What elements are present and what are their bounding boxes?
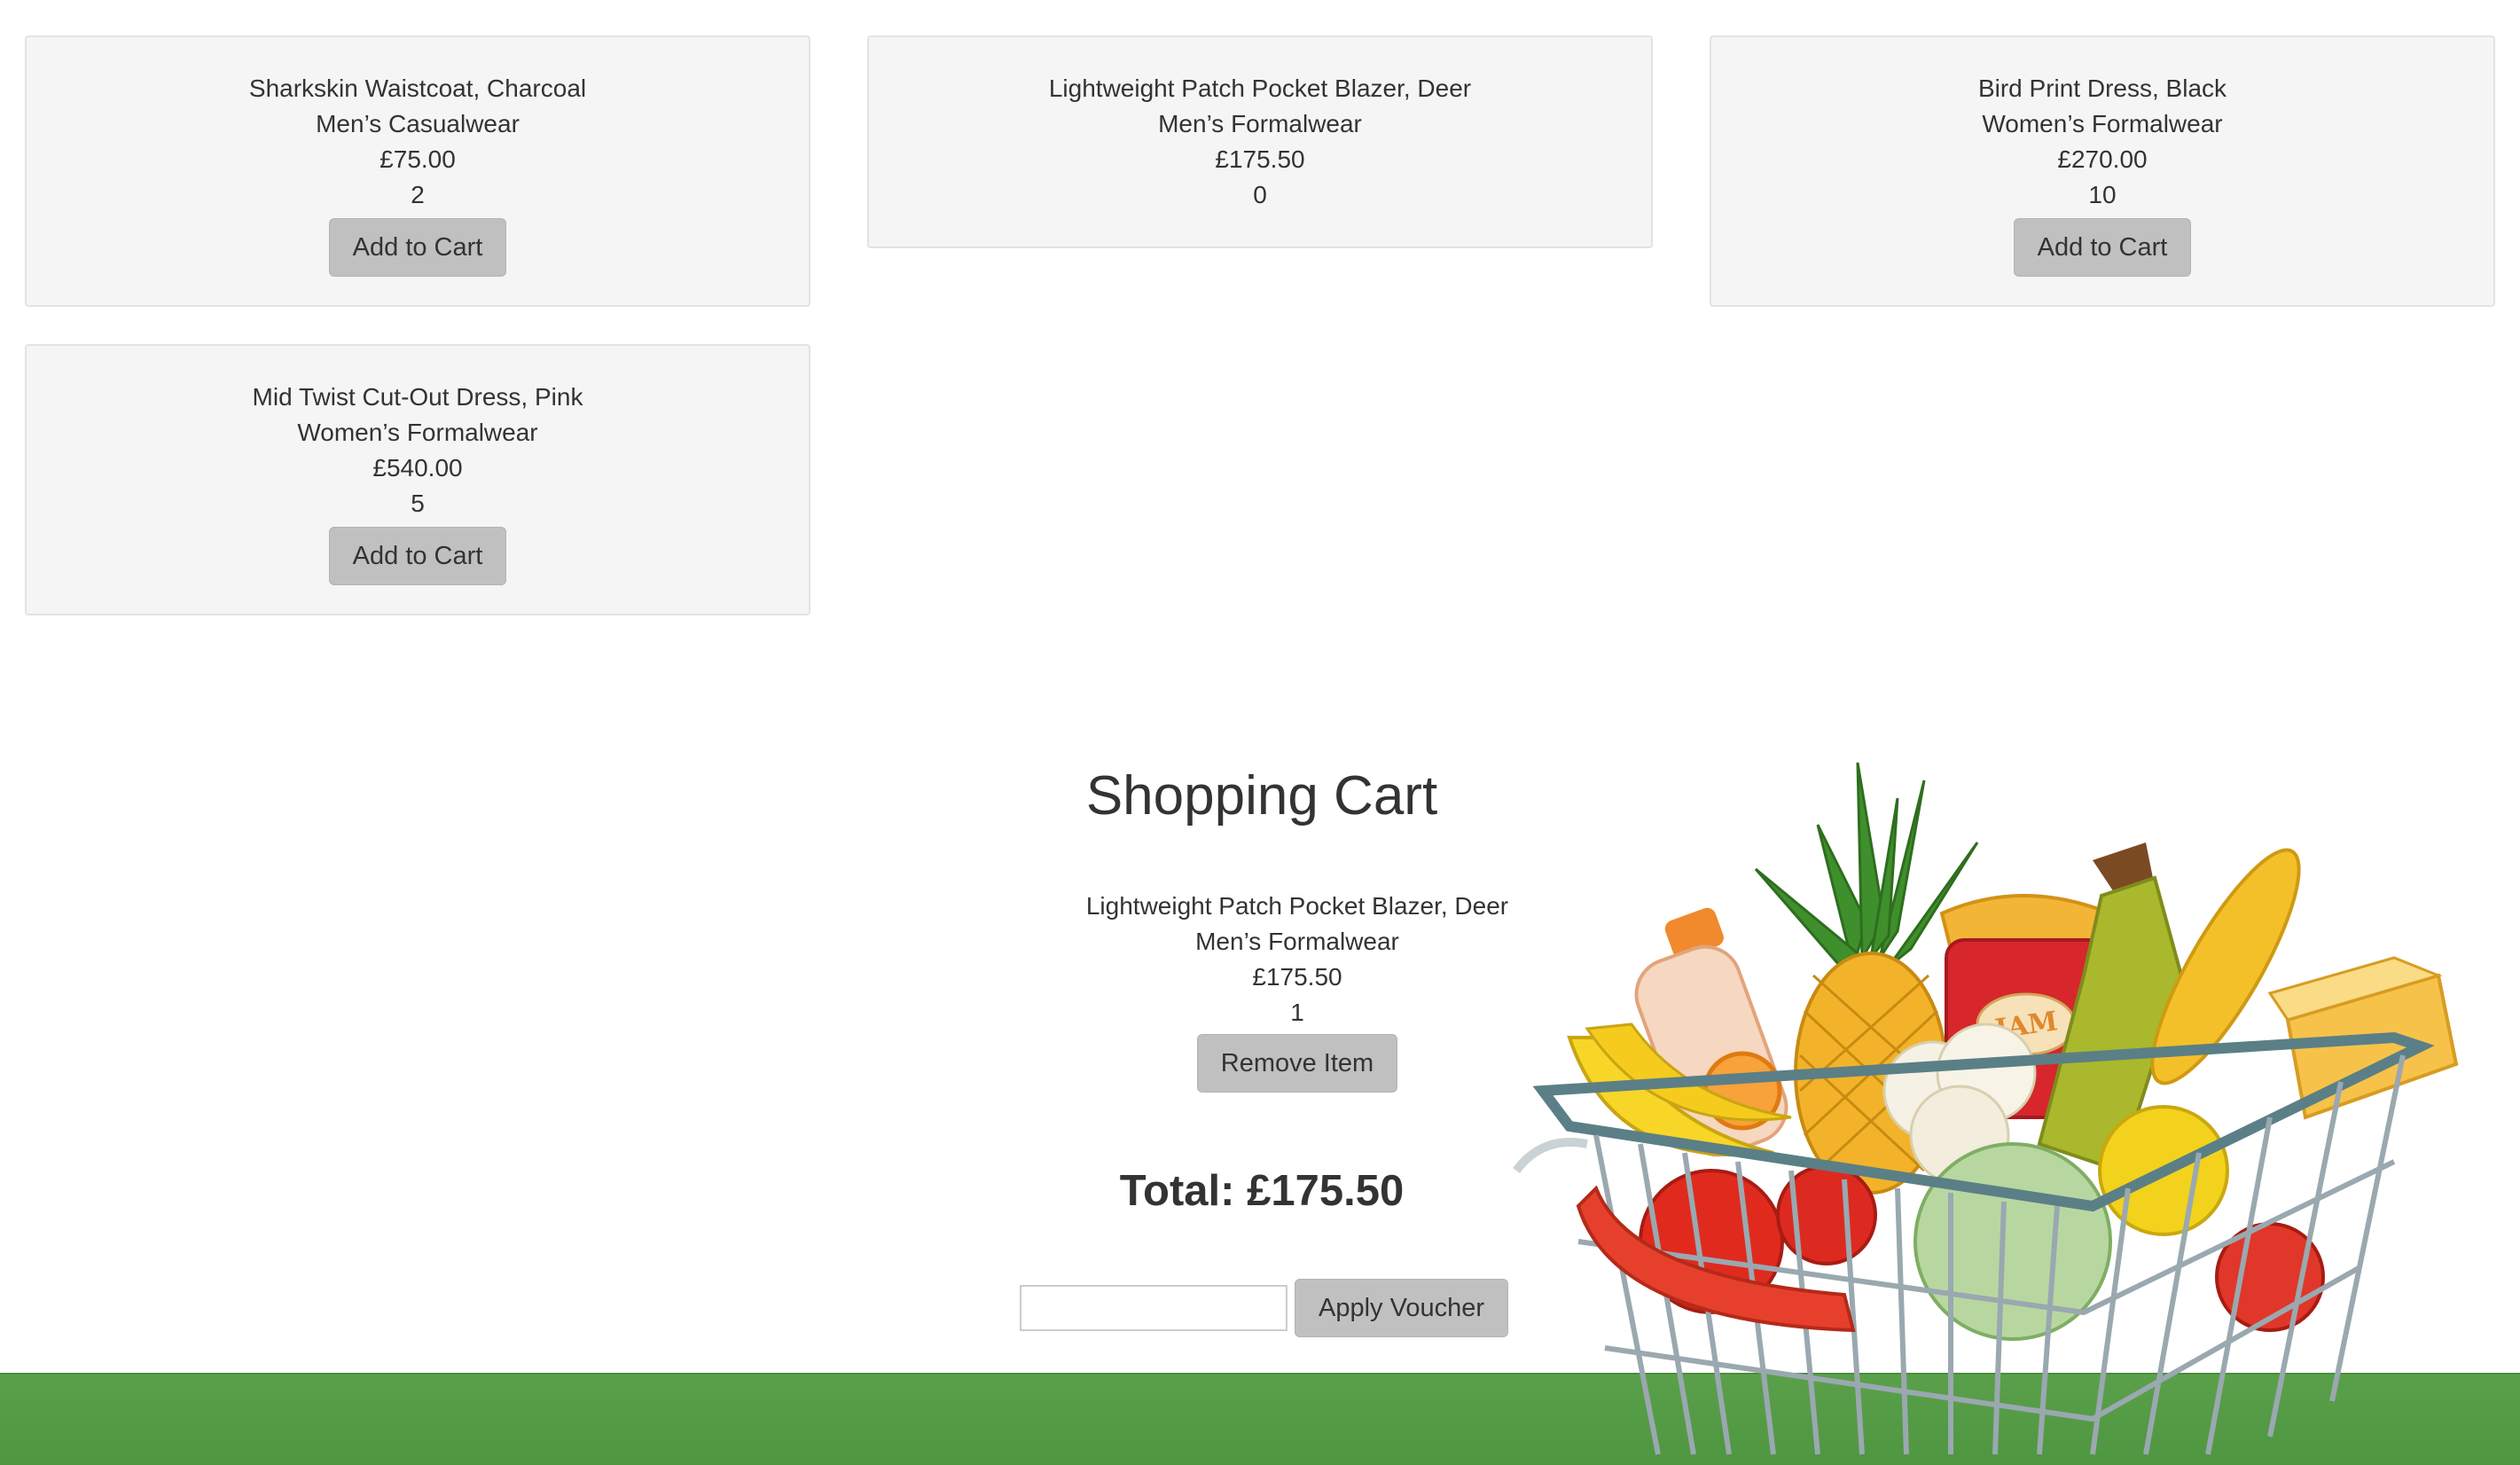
product-category: Men’s Formalwear [1158,110,1362,137]
product-stock: 2 [411,181,425,208]
product-category: Women’s Formalwear [1982,110,2223,137]
cart-item-quantity: 1 [1290,999,1304,1026]
product-price: £175.50 [1215,145,1305,173]
product-price: £540.00 [372,454,463,482]
product-price: £270.00 [2057,145,2148,173]
product-card: Bird Print Dress, Black Women’s Formalwe… [1710,35,2495,307]
product-card: Lightweight Patch Pocket Blazer, Deer Me… [867,35,1653,248]
apply-voucher-button[interactable]: Apply Voucher [1295,1279,1509,1337]
add-to-cart-button[interactable]: Add to Cart [328,218,507,277]
product-name: Lightweight Patch Pocket Blazer, Deer [1048,74,1472,102]
product-category: Women’s Formalwear [297,419,538,446]
product-card: Sharkskin Waistcoat, Charcoal Men’s Casu… [25,35,810,307]
grocery-basket-icon: JAM [1513,762,2459,1455]
product-price: £75.00 [380,145,456,173]
cart-item-category: Men’s Formalwear [1195,928,1399,955]
product-stock: 10 [2088,181,2117,208]
product-name: Sharkskin Waistcoat, Charcoal [248,74,587,102]
product-card: Mid Twist Cut-Out Dress, Pink Women’s Fo… [25,344,810,615]
cart-item-name: Lightweight Patch Pocket Blazer, Deer [1085,892,1509,920]
voucher-form: Apply Voucher [1020,1277,1509,1339]
cart-item: Lightweight Patch Pocket Blazer, Deer Me… [1031,889,1563,1093]
cart-total: Total: £175.50 [1119,1167,1405,1215]
product-stock: 0 [1253,181,1267,208]
cart-item-price: £175.50 [1252,963,1342,991]
product-name: Mid Twist Cut-Out Dress, Pink [252,383,583,411]
cart-title: Shopping Cart [1085,765,1438,827]
voucher-input[interactable] [1020,1285,1287,1331]
add-to-cart-button[interactable]: Add to Cart [328,527,507,585]
product-category: Men’s Casualwear [316,110,520,137]
product-stock: 5 [411,490,425,517]
product-name: Bird Print Dress, Black [1977,74,2227,102]
add-to-cart-button[interactable]: Add to Cart [2013,218,2192,277]
remove-item-button[interactable]: Remove Item [1196,1034,1398,1093]
